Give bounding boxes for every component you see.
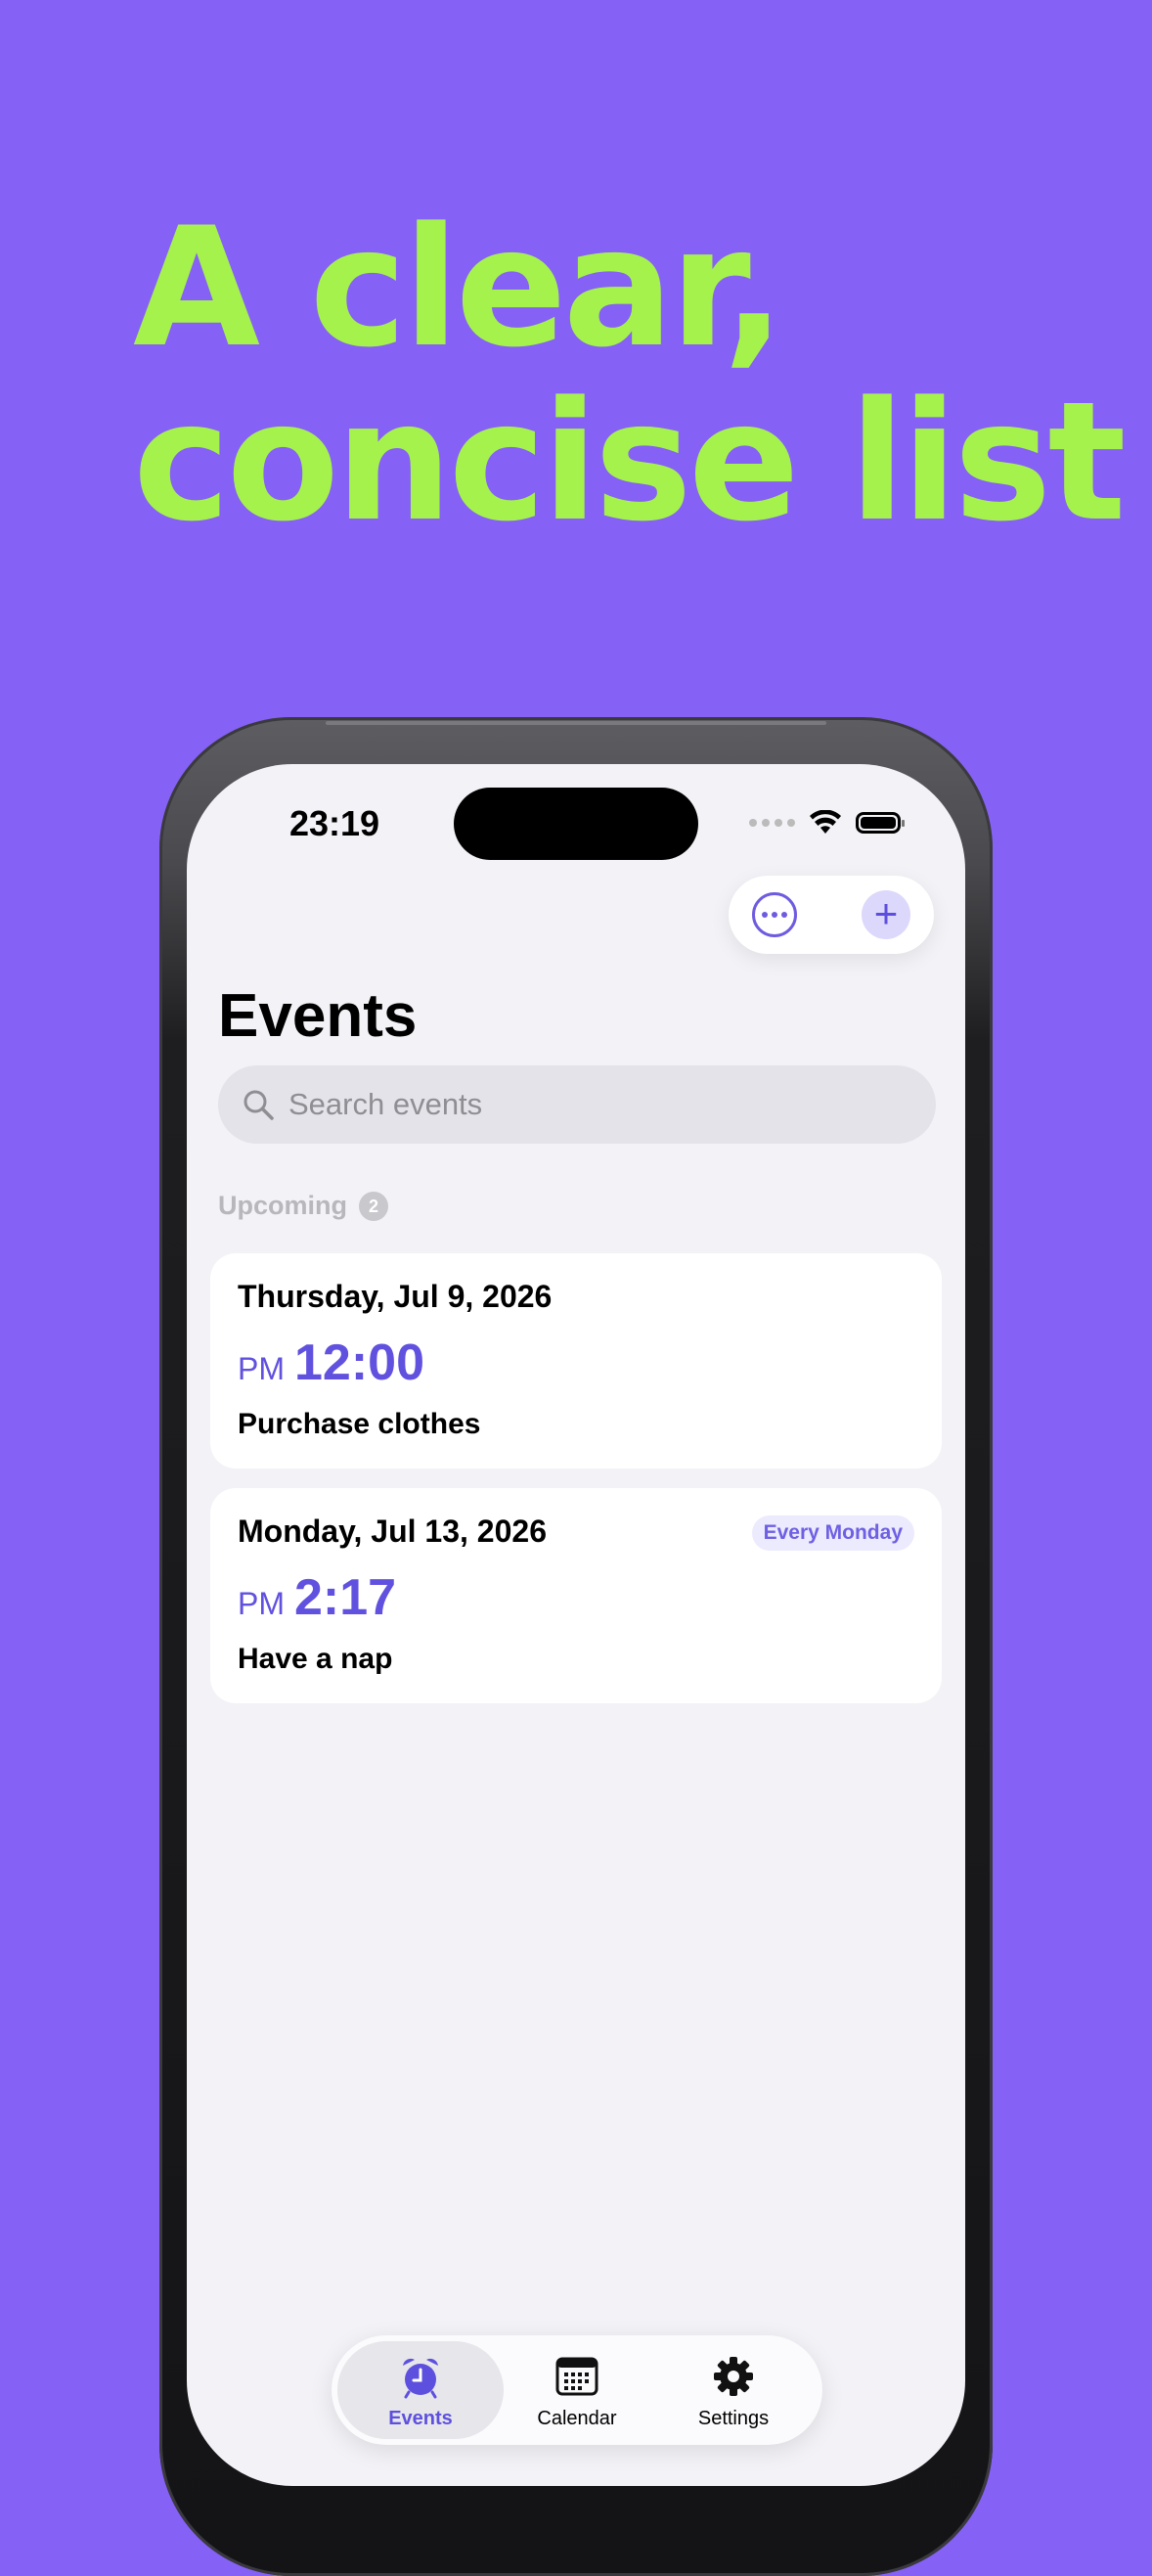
tab-events[interactable]: Events — [337, 2341, 504, 2439]
tab-label: Calendar — [537, 2408, 617, 2429]
event-date: Monday, Jul 13, 2026 — [238, 1514, 547, 1549]
phone-screen: 23:19 + Events Search events Upcoming 2 … — [187, 764, 965, 2486]
ellipsis-circle-icon — [762, 912, 768, 918]
promo-headline: A clear, concise list — [133, 192, 1127, 558]
tab-settings[interactable]: Settings — [650, 2341, 817, 2439]
event-card[interactable]: Thursday, Jul 9, 2026 PM 12:00 Purchase … — [210, 1253, 942, 1469]
search-field[interactable]: Search events — [218, 1065, 936, 1144]
tab-calendar[interactable]: Calendar — [494, 2341, 660, 2439]
plus-icon: + — [873, 890, 899, 936]
calendar-icon — [494, 2355, 660, 2398]
event-date: Thursday, Jul 9, 2026 — [238, 1279, 553, 1314]
more-options-button[interactable] — [752, 892, 797, 937]
tab-label: Settings — [697, 2408, 770, 2429]
header-actions: + — [729, 876, 934, 954]
search-input[interactable]: Search events — [288, 1087, 482, 1122]
gear-icon — [650, 2355, 817, 2398]
alarm-clock-icon — [337, 2355, 504, 2399]
event-time: PM 12:00 — [238, 1333, 424, 1392]
event-title: Purchase clothes — [238, 1408, 481, 1440]
battery-icon — [856, 812, 905, 834]
phone-edge-highlight — [326, 721, 826, 725]
headline-line-2: concise list — [133, 366, 1127, 558]
search-icon — [244, 1090, 274, 1120]
count-badge: 2 — [359, 1191, 388, 1221]
repeat-badge: Every Monday — [751, 1515, 914, 1551]
event-ampm: PM — [238, 1351, 285, 1386]
event-ampm: PM — [238, 1586, 285, 1621]
event-clock: 12:00 — [294, 1334, 424, 1391]
status-icons — [749, 803, 905, 842]
wifi-icon — [810, 810, 841, 834]
event-card[interactable]: Monday, Jul 13, 2026 Every Monday PM 2:1… — [210, 1488, 942, 1703]
tab-bar: Events Calendar Settings — [332, 2335, 822, 2445]
page-title: Events — [218, 982, 418, 1050]
section-upcoming-header: Upcoming 2 — [218, 1191, 388, 1221]
event-time: PM 2:17 — [238, 1568, 396, 1627]
section-label: Upcoming — [218, 1191, 347, 1220]
event-clock: 2:17 — [294, 1569, 397, 1626]
status-time: 23:19 — [289, 803, 380, 843]
add-event-button[interactable]: + — [862, 890, 910, 939]
tab-label: Events — [388, 2408, 453, 2429]
headline-line-1: A clear, — [133, 192, 785, 384]
cellular-signal-icon — [749, 819, 795, 827]
phone-frame: 23:19 + Events Search events Upcoming 2 … — [159, 717, 993, 2576]
event-title: Have a nap — [238, 1643, 393, 1675]
dynamic-island — [454, 788, 698, 860]
